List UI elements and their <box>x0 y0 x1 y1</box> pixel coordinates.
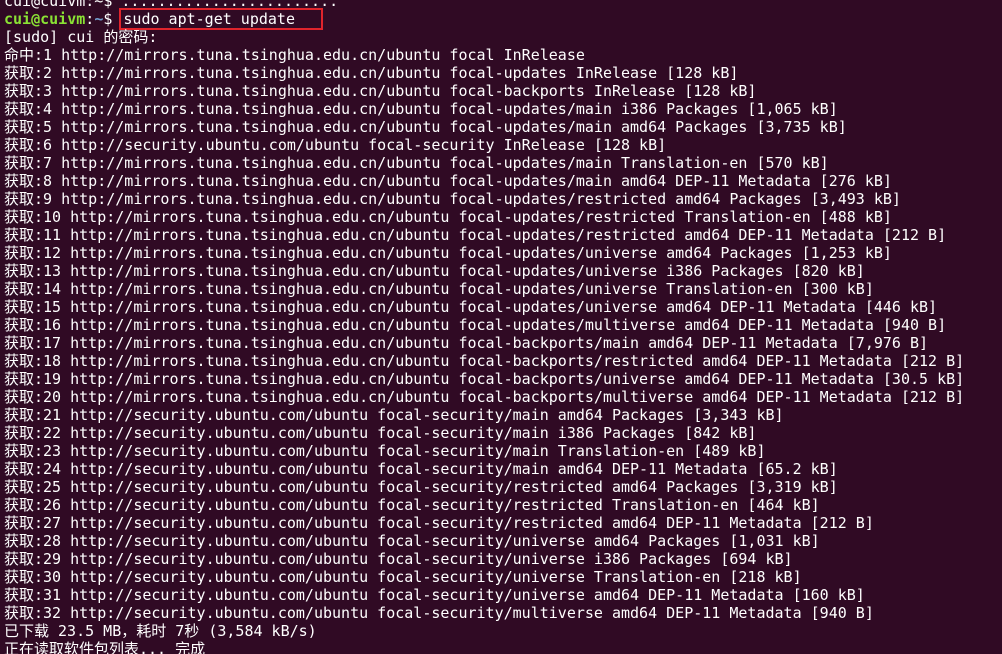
output-line: 获取:22 http://security.ubuntu.com/ubuntu … <box>4 424 757 442</box>
output-line: 获取:28 http://security.ubuntu.com/ubuntu … <box>4 532 820 550</box>
prompt-separator: : <box>85 10 95 28</box>
output-line: 获取:11 http://mirrors.tuna.tsinghua.edu.c… <box>4 226 947 244</box>
output-line: 已下载 23.5 MB，耗时 7秒 (3,584 kB/s) <box>4 622 317 640</box>
output-line: 获取:26 http://security.ubuntu.com/ubuntu … <box>4 496 820 514</box>
output-line: 获取:20 http://mirrors.tuna.tsinghua.edu.c… <box>4 388 965 406</box>
clipped-previous-line: cui@cuivm:~$ ........................ <box>4 0 339 10</box>
output-line: 获取:9 http://mirrors.tuna.tsinghua.edu.cn… <box>4 190 901 208</box>
output-line: 获取:15 http://mirrors.tuna.tsinghua.edu.c… <box>4 298 938 316</box>
output-line: 获取:8 http://mirrors.tuna.tsinghua.edu.cn… <box>4 172 892 190</box>
output-line: 获取:7 http://mirrors.tuna.tsinghua.edu.cn… <box>4 154 829 172</box>
output-line: 获取:24 http://security.ubuntu.com/ubuntu … <box>4 460 838 478</box>
command-prompt-line: cui@cuivm:~$ sudo apt-get update <box>4 8 1002 30</box>
output-line: 获取:5 http://mirrors.tuna.tsinghua.edu.cn… <box>4 118 847 136</box>
output-line: 获取:6 http://security.ubuntu.com/ubuntu f… <box>4 136 667 154</box>
prompt-user-host: cui@cuivm <box>4 10 86 28</box>
output-line: 获取:19 http://mirrors.tuna.tsinghua.edu.c… <box>4 370 965 388</box>
output-line: 获取:3 http://mirrors.tuna.tsinghua.edu.cn… <box>4 82 757 100</box>
output-line: 获取:17 http://mirrors.tuna.tsinghua.edu.c… <box>4 334 929 352</box>
terminal-output: [sudo] cui 的密码: 命中:1 http://mirrors.tuna.… <box>4 28 1002 654</box>
output-line: 获取:12 http://mirrors.tuna.tsinghua.edu.c… <box>4 244 892 262</box>
output-line: 获取:25 http://security.ubuntu.com/ubuntu … <box>4 478 838 496</box>
output-line: 获取:13 http://mirrors.tuna.tsinghua.edu.c… <box>4 262 865 280</box>
output-line: 获取:2 http://mirrors.tuna.tsinghua.edu.cn… <box>4 64 739 82</box>
output-line: 获取:16 http://mirrors.tuna.tsinghua.edu.c… <box>4 316 947 334</box>
output-line: 获取:30 http://security.ubuntu.com/ubuntu … <box>4 568 802 586</box>
output-line: [sudo] cui 的密码: <box>4 28 158 46</box>
output-line: 获取:18 http://mirrors.tuna.tsinghua.edu.c… <box>4 352 965 370</box>
output-line: 获取:10 http://mirrors.tuna.tsinghua.edu.c… <box>4 208 892 226</box>
output-line: 命中:1 http://mirrors.tuna.tsinghua.edu.cn… <box>4 46 585 64</box>
terminal-window[interactable]: cui@cuivm:~$ ........................ cu… <box>0 0 1002 654</box>
prompt-symbol: $ <box>103 10 122 28</box>
output-line: 获取:27 http://security.ubuntu.com/ubuntu … <box>4 514 874 532</box>
output-line: 获取:32 http://security.ubuntu.com/ubuntu … <box>4 604 874 622</box>
highlighted-command: sudo apt-get update <box>119 8 323 30</box>
output-line: 正在读取软件包列表... 完成 <box>4 640 206 654</box>
output-line: 获取:31 http://security.ubuntu.com/ubuntu … <box>4 586 865 604</box>
prompt-path: ~ <box>94 10 104 28</box>
output-line: 获取:21 http://security.ubuntu.com/ubuntu … <box>4 406 784 424</box>
output-line: 获取:4 http://mirrors.tuna.tsinghua.edu.cn… <box>4 100 838 118</box>
output-line: 获取:29 http://security.ubuntu.com/ubuntu … <box>4 550 793 568</box>
output-line: 获取:14 http://mirrors.tuna.tsinghua.edu.c… <box>4 280 874 298</box>
output-line: 获取:23 http://security.ubuntu.com/ubuntu … <box>4 442 766 460</box>
